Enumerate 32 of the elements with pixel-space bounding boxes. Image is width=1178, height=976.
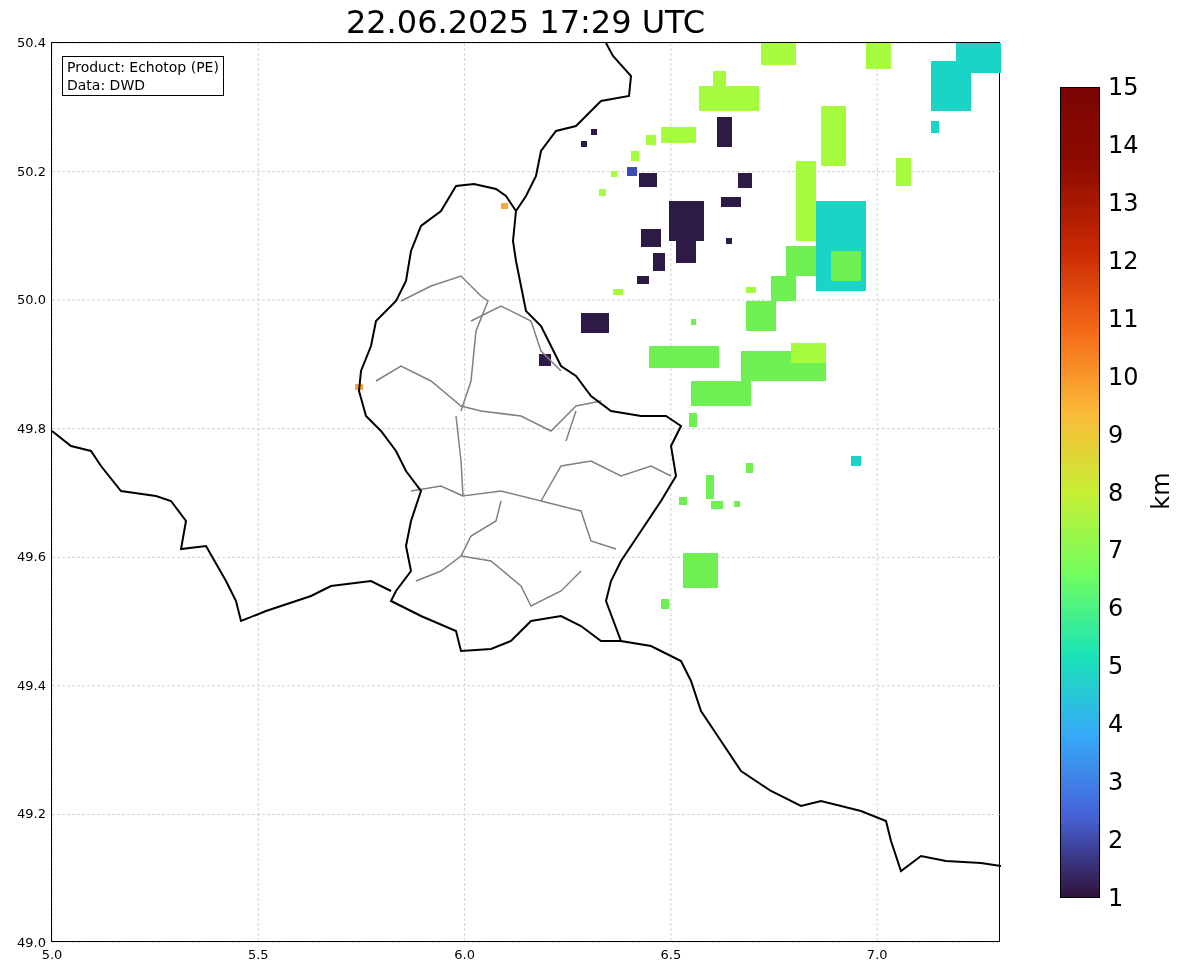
y-tick-label: 49.0 bbox=[17, 935, 46, 950]
colorbar-tick-label: 14 bbox=[1108, 130, 1139, 159]
y-tick-label: 49.4 bbox=[17, 677, 46, 694]
info-text: Product: Echotop (PE) bbox=[67, 58, 219, 76]
y-tick-label: 50.0 bbox=[17, 292, 46, 309]
info-text: Data: DWD bbox=[67, 76, 146, 94]
colorbar-tick-label: 7 bbox=[1108, 536, 1124, 565]
colorbar-tick-label: 10 bbox=[1108, 362, 1139, 391]
colorbar-tick-label: 13 bbox=[1108, 188, 1139, 217]
colorbar-tick-label: 2 bbox=[1108, 826, 1124, 855]
colorbar-tick-label: 6 bbox=[1108, 594, 1124, 623]
y-tick-label: 49.8 bbox=[17, 420, 46, 437]
colorbar-tick-label: 4 bbox=[1108, 710, 1124, 739]
colorbar-tick-label: 5 bbox=[1108, 652, 1124, 681]
colorbar-tick-label: 9 bbox=[1108, 420, 1124, 449]
colorbar-tick-label: 8 bbox=[1108, 478, 1124, 507]
y-tick-label: 49.2 bbox=[17, 806, 46, 823]
x-tick-label: 6.0 bbox=[454, 947, 475, 963]
x-tick-label: 5.0 bbox=[41, 947, 63, 963]
x-tick-label: 5.5 bbox=[247, 947, 269, 963]
y-tick-label: 49.6 bbox=[17, 549, 46, 566]
colorbar-tick-label: 12 bbox=[1108, 246, 1139, 275]
x-tick-label: 7.0 bbox=[866, 947, 888, 963]
colorbar-label: km bbox=[1146, 472, 1175, 510]
chart-title: 22.06.2025 17:29 UTC bbox=[345, 2, 706, 42]
colorbar-tick-label: 11 bbox=[1108, 304, 1139, 333]
colorbar-tick-label: 1 bbox=[1108, 884, 1124, 912]
y-tick-label: 50.2 bbox=[17, 163, 46, 180]
colorbar-tick-label: 15 bbox=[1108, 73, 1139, 101]
y-tick-label: 50.4 bbox=[17, 35, 46, 51]
x-tick-label: 6.5 bbox=[660, 947, 682, 963]
colorbar-tick-label: 3 bbox=[1108, 768, 1124, 797]
